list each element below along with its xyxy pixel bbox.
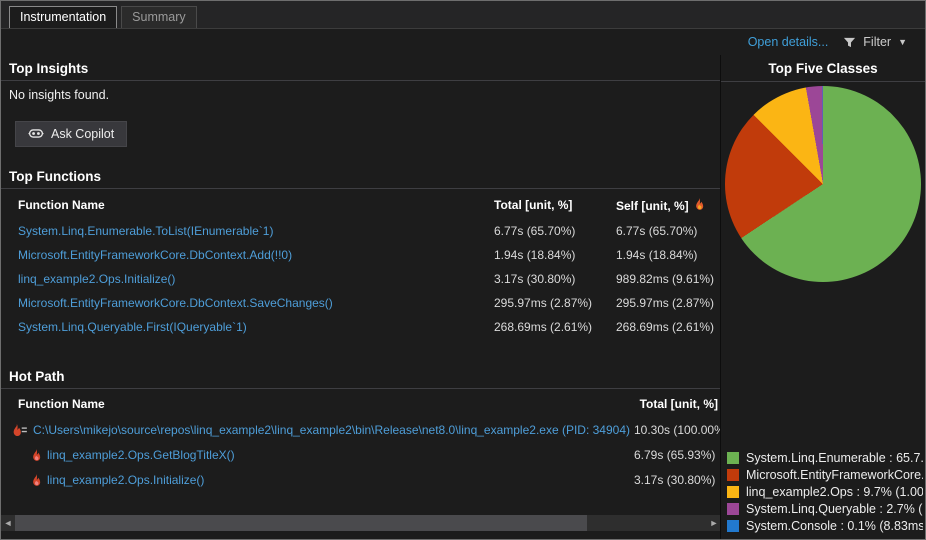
top-five-classes-panel: Top Five Classes System.Linq.Enumerable … (721, 55, 925, 539)
tab-instrumentation[interactable]: Instrumentation (9, 6, 118, 28)
tab-strip: Instrumentation Summary (1, 1, 925, 29)
ask-copilot-button[interactable]: Ask Copilot (15, 121, 128, 147)
self-value: 295.97ms (2.87%) (616, 296, 715, 310)
legend-swatch (727, 519, 739, 532)
legend-item[interactable]: System.Linq.Queryable : 2.7% (... (727, 501, 923, 516)
top-five-classes-title: Top Five Classes (721, 55, 925, 82)
legend-label: System.Linq.Enumerable : 65.7... (746, 450, 923, 465)
total-value: 268.69ms (2.61%) (494, 320, 593, 334)
top-functions-section: Top Functions Function Name Total [unit,… (1, 163, 720, 339)
legend-label: linq_example2.Ops : 9.7% (1.00s) (746, 484, 923, 499)
sort-flame-icon (694, 198, 704, 213)
header-total[interactable]: Total [unit, %] (634, 397, 720, 411)
hot-path-link[interactable]: linq_example2.Ops.Initialize() (41, 473, 634, 487)
scrollbar-thumb[interactable] (15, 515, 587, 531)
main-content: Top Insights No insights found. Ask Copi… (1, 55, 925, 539)
legend-label: System.Linq.Queryable : 2.7% (... (746, 501, 923, 516)
hot-path-link[interactable]: C:\Users\mikejo\source\repos\linq_exampl… (27, 423, 634, 437)
legend-item[interactable]: Microsoft.EntityFrameworkCore... (727, 467, 923, 482)
top-insights-title: Top Insights (1, 55, 720, 81)
legend-label: Microsoft.EntityFrameworkCore... (746, 467, 923, 482)
self-value: 989.82ms (9.61%) (616, 272, 715, 286)
legend-swatch (727, 468, 739, 481)
horizontal-scrollbar[interactable]: ◄ ► (1, 515, 720, 531)
filter-label[interactable]: Filter (863, 35, 891, 49)
flame-icon (31, 473, 41, 486)
self-value: 1.94s (18.84%) (616, 248, 698, 262)
function-link[interactable]: System.Linq.Enumerable.ToList(IEnumerabl… (1, 224, 494, 238)
total-value: 3.17s (30.80%) (494, 272, 576, 286)
tab-summary[interactable]: Summary (121, 6, 197, 28)
table-row[interactable]: System.Linq.Queryable.First(IQueryable`1… (1, 315, 720, 339)
header-total[interactable]: Total [unit, %] (494, 198, 616, 213)
scroll-right-arrow[interactable]: ► (707, 515, 720, 531)
header-self[interactable]: Self [unit, %] (616, 198, 720, 213)
flame-icon (31, 448, 41, 461)
total-value: 295.97ms (2.87%) (494, 296, 593, 310)
legend-label: System.Console : 0.1% (8.83ms) (746, 518, 923, 533)
table-row[interactable]: linq_example2.Ops.Initialize() 3.17s (30… (1, 267, 720, 291)
hot-path-row[interactable]: C:\Users\mikejo\source\repos\linq_exampl… (1, 417, 720, 442)
pie-legend: System.Linq.Enumerable : 65.7... Microso… (721, 450, 925, 539)
legend-swatch (727, 502, 739, 515)
header-function-name[interactable]: Function Name (1, 397, 634, 411)
legend-swatch (727, 451, 739, 464)
header-function-name[interactable]: Function Name (1, 198, 494, 213)
hot-path-section: Hot Path Function Name Total [unit, %] C… (1, 363, 720, 492)
hot-path-row[interactable]: linq_example2.Ops.Initialize() 3.17s (30… (1, 467, 720, 492)
top-functions-title: Top Functions (1, 163, 720, 189)
no-insights-message: No insights found. (9, 88, 110, 102)
left-panel: Top Insights No insights found. Ask Copi… (1, 55, 721, 539)
hot-path-row[interactable]: linq_example2.Ops.GetBlogTitleX() 6.79s … (1, 442, 720, 467)
table-row[interactable]: System.Linq.Enumerable.ToList(IEnumerabl… (1, 219, 720, 243)
pie-chart[interactable] (725, 86, 921, 282)
profiler-window: Instrumentation Summary Open details... … (0, 0, 926, 540)
hot-path-root-icon (13, 423, 27, 436)
function-link[interactable]: linq_example2.Ops.Initialize() (1, 272, 494, 286)
total-value: 3.17s (30.80%) (634, 472, 716, 487)
self-value: 268.69ms (2.61%) (616, 320, 715, 334)
legend-swatch (727, 485, 739, 498)
total-value: 10.30s (100.00%) (634, 422, 720, 437)
function-link[interactable]: Microsoft.EntityFrameworkCore.DbContext.… (1, 248, 494, 262)
legend-item[interactable]: System.Console : 0.1% (8.83ms) (727, 518, 923, 533)
top-functions-header-row: Function Name Total [unit, %] Self [unit… (1, 189, 720, 219)
hot-path-link[interactable]: linq_example2.Ops.GetBlogTitleX() (41, 448, 634, 462)
legend-item[interactable]: System.Linq.Enumerable : 65.7... (727, 450, 923, 465)
toolbar: Open details... Filter ▼ (1, 29, 925, 55)
hot-path-title: Hot Path (1, 363, 720, 389)
table-row[interactable]: Microsoft.EntityFrameworkCore.DbContext.… (1, 291, 720, 315)
table-row[interactable]: Microsoft.EntityFrameworkCore.DbContext.… (1, 243, 720, 267)
function-link[interactable]: Microsoft.EntityFrameworkCore.DbContext.… (1, 296, 494, 310)
self-value: 6.77s (65.70%) (616, 224, 698, 238)
function-link[interactable]: System.Linq.Queryable.First(IQueryable`1… (1, 320, 494, 334)
ask-copilot-label: Ask Copilot (51, 126, 115, 141)
copilot-icon (28, 126, 44, 141)
header-self-label: Self [unit, %] (616, 198, 689, 213)
open-details-link[interactable]: Open details... (748, 35, 829, 49)
total-value: 6.79s (65.93%) (634, 447, 716, 462)
legend-item[interactable]: linq_example2.Ops : 9.7% (1.00s) (727, 484, 923, 499)
hot-path-header-row: Function Name Total [unit, %] (1, 389, 720, 417)
total-value: 1.94s (18.84%) (494, 248, 576, 262)
filter-funnel-icon[interactable] (843, 36, 856, 49)
filter-chevron-down-icon[interactable]: ▼ (898, 37, 907, 47)
total-value: 6.77s (65.70%) (494, 224, 576, 238)
scroll-left-arrow[interactable]: ◄ (1, 515, 15, 531)
